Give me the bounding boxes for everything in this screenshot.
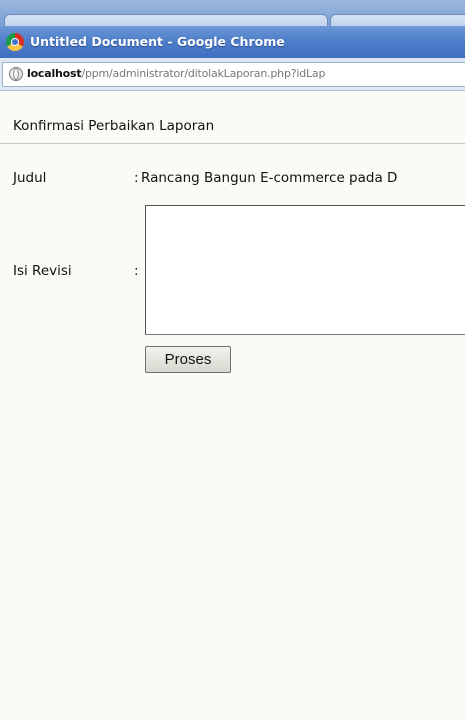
judul-colon: : <box>134 170 139 186</box>
page-globe-icon <box>9 67 23 81</box>
browser-window: Untitled Document - Google Chrome localh… <box>0 0 465 720</box>
window-title: Untitled Document - Google Chrome <box>30 34 285 49</box>
title-bar: Untitled Document - Google Chrome <box>0 26 465 58</box>
isi-revisi-textarea[interactable] <box>145 205 465 335</box>
address-bar: localhost/ppm/administrator/ditolakLapor… <box>0 58 465 91</box>
url-host: localhost <box>27 67 82 80</box>
judul-label: Judul <box>13 170 47 186</box>
page-content: Konfirmasi Perbaikan Laporan Judul : Ran… <box>0 91 465 720</box>
page-title: Konfirmasi Perbaikan Laporan <box>13 118 215 134</box>
judul-value: Rancang Bangun E-commerce pada D <box>141 170 398 186</box>
isi-revisi-label: Isi Revisi <box>13 263 72 279</box>
url-path: /ppm/administrator/ditolakLaporan.php?id… <box>81 67 326 80</box>
tab-strip <box>0 0 465 29</box>
url-text: localhost/ppm/administrator/ditolakLapor… <box>27 67 325 80</box>
url-field[interactable]: localhost/ppm/administrator/ditolakLapor… <box>2 62 465 87</box>
proses-button[interactable]: Proses <box>145 346 231 373</box>
isi-revisi-colon: : <box>134 263 139 279</box>
divider <box>0 143 465 144</box>
chrome-logo-icon <box>6 33 24 51</box>
